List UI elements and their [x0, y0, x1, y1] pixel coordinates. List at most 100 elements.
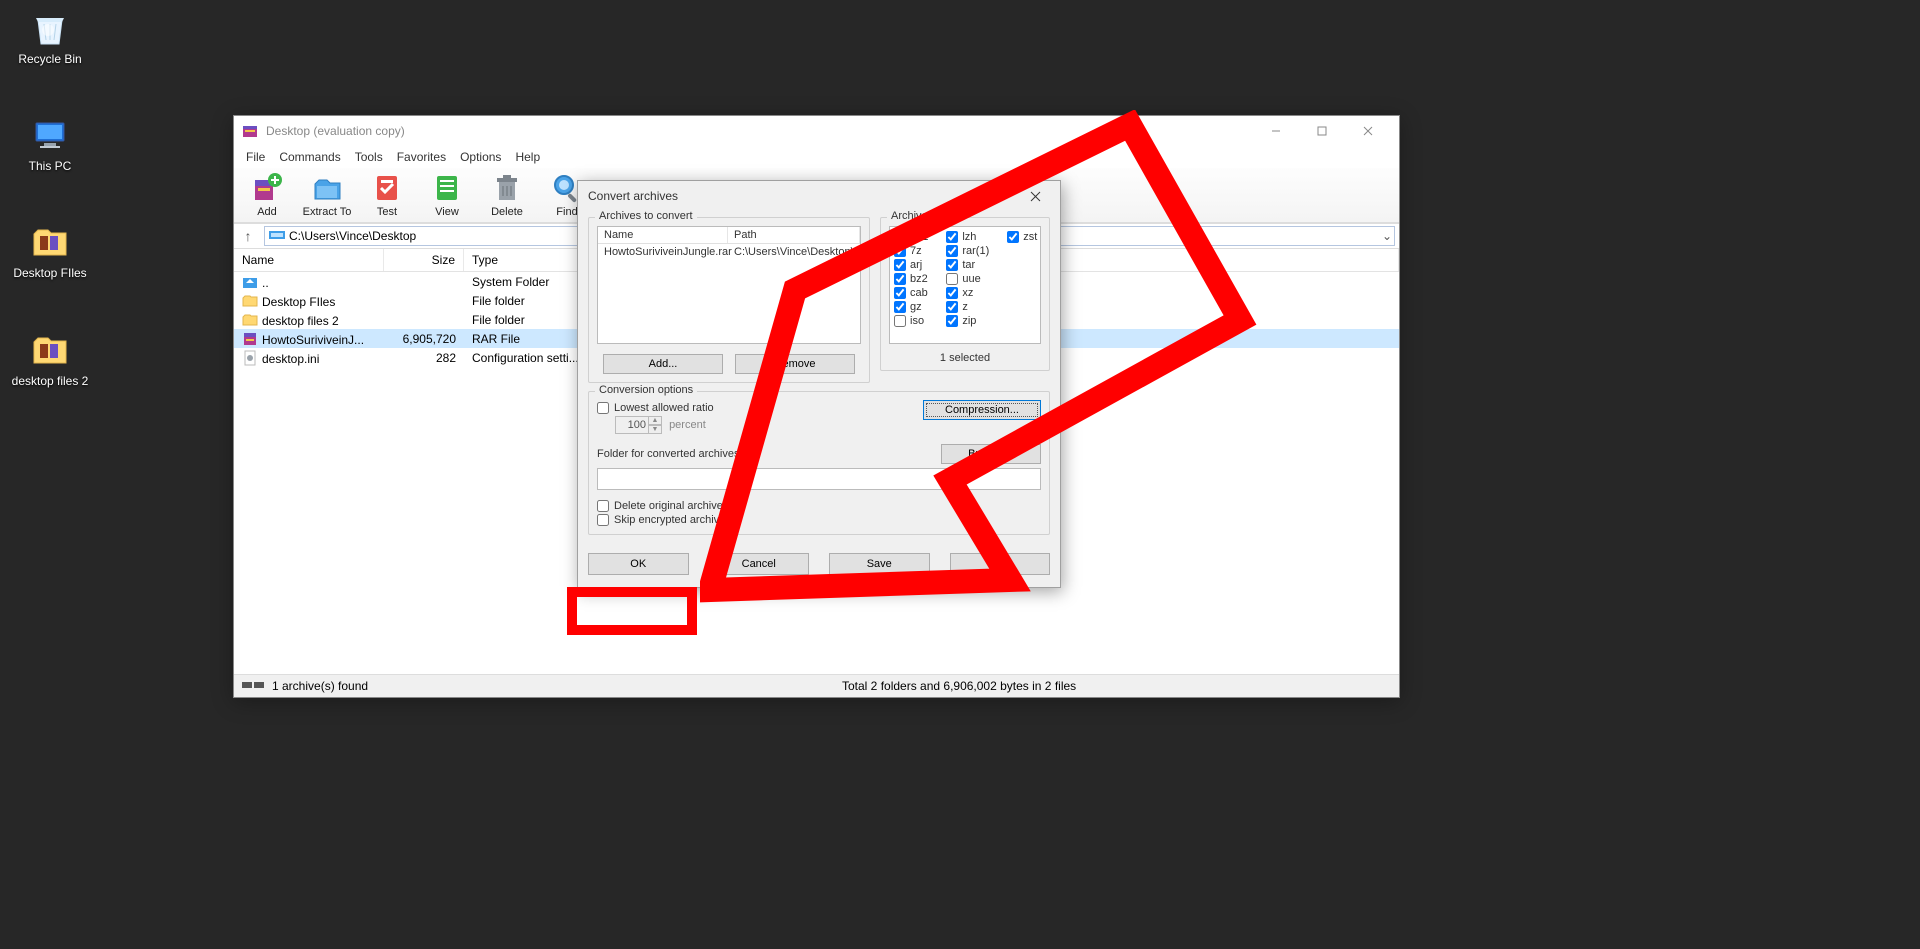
- folder-icon: [30, 222, 70, 262]
- spin-down[interactable]: ▼: [648, 425, 662, 434]
- archive-type-gz[interactable]: gz: [894, 300, 928, 314]
- listcol-path[interactable]: Path: [728, 227, 860, 243]
- toolbar-label: Delete: [491, 206, 523, 218]
- menu-options[interactable]: Options: [454, 148, 507, 166]
- col-name[interactable]: Name: [234, 249, 384, 271]
- dialog-titlebar[interactable]: Convert archives: [578, 181, 1060, 211]
- folder-input[interactable]: [597, 468, 1041, 490]
- archive-type-zst[interactable]: zst: [1007, 230, 1037, 244]
- minimize-button[interactable]: [1253, 116, 1299, 146]
- extract-icon: [311, 172, 343, 204]
- archive-row[interactable]: HowtoSuriviveinJungle.rarC:\Users\Vince\…: [598, 244, 860, 260]
- col-size[interactable]: Size: [384, 249, 464, 271]
- lowest-ratio-label: Lowest allowed ratio: [614, 402, 714, 414]
- toolbar-label: View: [435, 206, 459, 218]
- file-icon: [242, 350, 258, 366]
- compression-button[interactable]: Compression...: [923, 400, 1041, 420]
- dialog-footer: OK Cancel Save Help: [578, 545, 1060, 587]
- ok-button[interactable]: OK: [588, 553, 689, 575]
- status-left: 1 archive(s) found: [272, 679, 368, 693]
- up-button[interactable]: ↑: [238, 228, 258, 244]
- delete-icon: [491, 172, 523, 204]
- dialog-close-button[interactable]: [1020, 181, 1050, 211]
- maximize-button[interactable]: [1299, 116, 1345, 146]
- selected-count: 1 selected: [889, 352, 1041, 364]
- add-icon: [251, 172, 283, 204]
- archive-type-xz[interactable]: xz: [946, 286, 989, 300]
- desktop-icon-recycle-bin[interactable]: Recycle Bin: [10, 8, 90, 66]
- file-icon: [242, 274, 258, 290]
- lowest-ratio-checkbox[interactable]: Lowest allowed ratio: [597, 402, 911, 414]
- status-bar: 1 archive(s) found Total 2 folders and 6…: [234, 674, 1399, 697]
- archive-type-7z[interactable]: 7z: [894, 244, 928, 258]
- toolbar-label: Find: [556, 206, 577, 218]
- folder-label: Folder for converted archives: [597, 448, 933, 460]
- archive-type-cab[interactable]: cab: [894, 286, 928, 300]
- types-group-label: Archive types: [887, 210, 961, 222]
- dialog-title: Convert archives: [588, 189, 1020, 203]
- folder-icon: [30, 330, 70, 370]
- titlebar[interactable]: Desktop (evaluation copy): [234, 116, 1399, 146]
- toolbar-extract[interactable]: Extract To: [300, 172, 354, 218]
- delete-original-checkbox[interactable]: Delete original archives: [597, 500, 1041, 512]
- archive-type-uue[interactable]: uue: [946, 272, 989, 286]
- convert-archives-dialog: Convert archives Archives to convert Nam…: [577, 180, 1061, 588]
- archive-type-z[interactable]: z: [946, 300, 989, 314]
- archive-type-001[interactable]: 001: [894, 230, 928, 244]
- test-icon: [371, 172, 403, 204]
- archive-type-bz2[interactable]: bz2: [894, 272, 928, 286]
- toolbar-delete[interactable]: Delete: [480, 172, 534, 218]
- window-title: Desktop (evaluation copy): [266, 124, 1253, 138]
- desktop-icon-label: Recycle Bin: [10, 52, 90, 66]
- desktop-icon-label: desktop files 2: [10, 374, 90, 388]
- path-text: C:\Users\Vince\Desktop: [289, 229, 416, 243]
- skip-label: Skip encrypted archives: [614, 514, 731, 526]
- toolbar-test[interactable]: Test: [360, 172, 414, 218]
- save-button[interactable]: Save: [829, 553, 930, 575]
- archive-type-zip[interactable]: zip: [946, 314, 989, 328]
- chevron-down-icon[interactable]: ⌄: [1382, 229, 1392, 243]
- desktop-icon-label: Desktop FIles: [10, 266, 90, 280]
- skip-encrypted-checkbox[interactable]: Skip encrypted archives: [597, 514, 1041, 526]
- winrar-app-icon: [242, 123, 258, 139]
- remove-button[interactable]: Remove: [735, 354, 855, 374]
- percent-label: percent: [669, 419, 706, 431]
- view-icon: [431, 172, 463, 204]
- status-right: Total 2 folders and 6,906,002 bytes in 2…: [842, 679, 1391, 693]
- archive-types-list[interactable]: 0017zarjbz2cabgziso lzhrar(1)taruuexzzzip…: [889, 226, 1041, 344]
- menu-file[interactable]: File: [240, 148, 271, 166]
- conversion-group-label: Conversion options: [595, 384, 697, 396]
- toolbar-label: Add: [257, 206, 277, 218]
- desktop-icon-folder-2[interactable]: desktop files 2: [10, 330, 90, 388]
- browse-button[interactable]: Browse...: [941, 444, 1041, 464]
- delete-label: Delete original archives: [614, 500, 728, 512]
- archive-type-iso[interactable]: iso: [894, 314, 928, 328]
- help-button[interactable]: Help: [950, 553, 1051, 575]
- menu-favorites[interactable]: Favorites: [391, 148, 452, 166]
- menu-tools[interactable]: Tools: [349, 148, 389, 166]
- menu-help[interactable]: Help: [509, 148, 546, 166]
- archive-type-arj[interactable]: arj: [894, 258, 928, 272]
- menubar: File Commands Tools Favorites Options He…: [234, 146, 1399, 168]
- desktop-icon-label: This PC: [10, 159, 90, 173]
- menu-commands[interactable]: Commands: [273, 148, 346, 166]
- toolbar-add[interactable]: Add: [240, 172, 294, 218]
- monitor-icon: [30, 115, 70, 155]
- archive-type-rar(1)[interactable]: rar(1): [946, 244, 989, 258]
- archive-type-lzh[interactable]: lzh: [946, 230, 989, 244]
- file-icon: [242, 331, 258, 347]
- desktop-icon-folder-1[interactable]: Desktop FIles: [10, 222, 90, 280]
- toolbar-view[interactable]: View: [420, 172, 474, 218]
- close-button[interactable]: [1345, 116, 1391, 146]
- toolbar-label: Test: [377, 206, 397, 218]
- desktop-icon-this-pc[interactable]: This PC: [10, 115, 90, 173]
- spin-up[interactable]: ▲: [648, 416, 662, 425]
- add-button[interactable]: Add...: [603, 354, 723, 374]
- cancel-button[interactable]: Cancel: [709, 553, 810, 575]
- ratio-spinner[interactable]: ▲▼: [615, 416, 662, 434]
- status-disk-icon: [242, 679, 266, 694]
- listcol-name[interactable]: Name: [598, 227, 728, 243]
- archive-type-tar[interactable]: tar: [946, 258, 989, 272]
- archives-listbox[interactable]: Name Path HowtoSuriviveinJungle.rarC:\Us…: [597, 226, 861, 344]
- file-icon: [242, 312, 258, 328]
